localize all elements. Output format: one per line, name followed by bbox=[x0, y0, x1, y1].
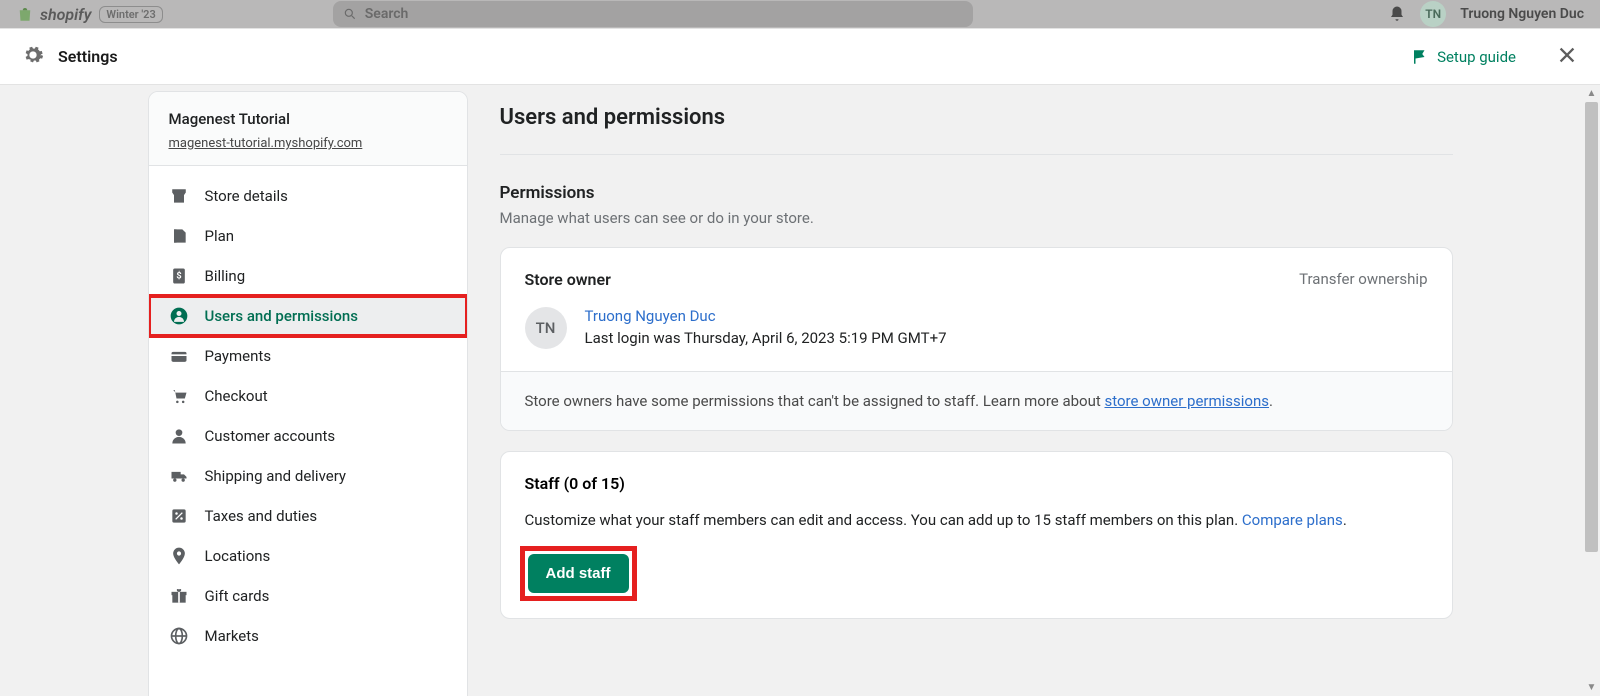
truck-icon bbox=[169, 466, 189, 486]
flag-icon bbox=[1411, 48, 1429, 66]
cart-icon bbox=[169, 386, 189, 406]
billing-icon: $ bbox=[169, 266, 189, 286]
svg-text:$: $ bbox=[176, 271, 181, 282]
sidebar-item-label: Checkout bbox=[205, 387, 268, 405]
search-icon bbox=[343, 7, 357, 21]
person-icon bbox=[169, 426, 189, 446]
bg-username: Truong Nguyen Duc bbox=[1460, 6, 1584, 22]
compare-plans-link[interactable]: Compare plans bbox=[1242, 511, 1343, 529]
sidebar-item-label: Shipping and delivery bbox=[205, 467, 347, 485]
owner-permissions-link[interactable]: store owner permissions bbox=[1104, 392, 1269, 410]
sidebar-item-label: Markets bbox=[205, 627, 259, 645]
owner-footer-text: Store owners have some permissions that … bbox=[525, 392, 1105, 410]
sidebar-nav: Store details Plan $ Billing Users and p… bbox=[149, 166, 467, 666]
bg-brand-text: shopify bbox=[40, 5, 91, 24]
store-name: Magenest Tutorial bbox=[169, 110, 447, 128]
modal-title: Settings bbox=[58, 47, 118, 66]
sidebar-item-label: Taxes and duties bbox=[205, 507, 318, 525]
bell-icon bbox=[1388, 5, 1406, 23]
setup-guide-label: Setup guide bbox=[1437, 48, 1516, 66]
percent-icon bbox=[169, 506, 189, 526]
payments-icon bbox=[169, 346, 189, 366]
globe-icon bbox=[169, 626, 189, 646]
permissions-heading: Permissions bbox=[500, 183, 1453, 203]
sidebar-item-plan[interactable]: Plan bbox=[149, 216, 467, 256]
scroll-up-arrow-icon[interactable]: ▲ bbox=[1583, 85, 1600, 102]
scrollbar-thumb[interactable] bbox=[1585, 102, 1598, 552]
sidebar-item-gift-cards[interactable]: Gift cards bbox=[149, 576, 467, 616]
owner-card-footer: Store owners have some permissions that … bbox=[501, 371, 1452, 430]
transfer-ownership-link[interactable]: Transfer ownership bbox=[1299, 270, 1427, 288]
background-topbar: shopify Winter '23 Search TN Truong Nguy… bbox=[0, 0, 1600, 28]
sidebar-item-markets[interactable]: Markets bbox=[149, 616, 467, 656]
modal-header: Settings Setup guide bbox=[0, 29, 1600, 85]
permissions-heading-block: Permissions Manage what users can see or… bbox=[500, 183, 1453, 227]
scrollbar[interactable]: ▲ ▼ bbox=[1583, 85, 1600, 696]
sidebar-item-payments[interactable]: Payments bbox=[149, 336, 467, 376]
sidebar-item-label: Users and permissions bbox=[205, 307, 358, 325]
staff-desc-prefix: Customize what your staff members can ed… bbox=[525, 511, 1242, 529]
sidebar-item-taxes[interactable]: Taxes and duties bbox=[149, 496, 467, 536]
sidebar-header: Magenest Tutorial magenest-tutorial.mysh… bbox=[149, 92, 467, 166]
user-circle-icon bbox=[169, 306, 189, 326]
sidebar-item-users-permissions[interactable]: Users and permissions bbox=[149, 296, 467, 336]
settings-modal: Settings Setup guide Magenest Tutorial m… bbox=[0, 28, 1600, 696]
sidebar-item-shipping[interactable]: Shipping and delivery bbox=[149, 456, 467, 496]
owner-footer-period: . bbox=[1269, 392, 1273, 410]
sidebar-item-label: Plan bbox=[205, 227, 235, 245]
permissions-subtext: Manage what users can see or do in your … bbox=[500, 209, 1453, 227]
staff-desc-period: . bbox=[1343, 511, 1347, 529]
modal-body: Magenest Tutorial magenest-tutorial.mysh… bbox=[0, 85, 1600, 696]
sidebar-item-label: Customer accounts bbox=[205, 427, 336, 445]
sidebar-item-store-details[interactable]: Store details bbox=[149, 176, 467, 216]
bg-notice-tag: Winter '23 bbox=[99, 6, 162, 23]
owner-last-login: Last login was Thursday, April 6, 2023 5… bbox=[585, 329, 947, 347]
staff-description: Customize what your staff members can ed… bbox=[525, 511, 1428, 529]
owner-name-link[interactable]: Truong Nguyen Duc bbox=[585, 307, 947, 325]
storefront-icon bbox=[169, 186, 189, 206]
add-staff-highlight: Add staff bbox=[525, 551, 632, 596]
settings-sidebar: Magenest Tutorial magenest-tutorial.mysh… bbox=[148, 91, 468, 696]
add-staff-button[interactable]: Add staff bbox=[528, 554, 629, 593]
sidebar-item-label: Store details bbox=[205, 187, 288, 205]
staff-title: Staff (0 of 15) bbox=[525, 474, 1428, 493]
gear-icon bbox=[22, 44, 44, 70]
page-title: Users and permissions bbox=[500, 105, 1453, 155]
setup-guide-link[interactable]: Setup guide bbox=[1411, 48, 1516, 66]
bg-avatar: TN bbox=[1420, 1, 1446, 27]
sidebar-item-checkout[interactable]: Checkout bbox=[149, 376, 467, 416]
sidebar-item-label: Billing bbox=[205, 267, 246, 285]
store-owner-title: Store owner bbox=[525, 270, 611, 289]
store-owner-card: Store owner Transfer ownership TN Truong… bbox=[500, 247, 1453, 431]
shopify-bag-icon bbox=[16, 5, 34, 23]
store-url[interactable]: magenest-tutorial.myshopify.com bbox=[169, 136, 363, 151]
sidebar-item-billing[interactable]: $ Billing bbox=[149, 256, 467, 296]
main-content: Users and permissions Permissions Manage… bbox=[500, 91, 1453, 696]
plan-icon bbox=[169, 226, 189, 246]
close-icon bbox=[1556, 44, 1578, 66]
sidebar-item-label: Gift cards bbox=[205, 587, 270, 605]
close-button[interactable] bbox=[1556, 44, 1578, 70]
sidebar-item-customer-accounts[interactable]: Customer accounts bbox=[149, 416, 467, 456]
bg-search: Search bbox=[333, 1, 973, 27]
bg-search-placeholder: Search bbox=[365, 6, 409, 22]
staff-card: Staff (0 of 15) Customize what your staf… bbox=[500, 451, 1453, 619]
pin-icon bbox=[169, 546, 189, 566]
owner-avatar: TN bbox=[525, 307, 567, 349]
scroll-down-arrow-icon[interactable]: ▼ bbox=[1583, 679, 1600, 696]
sidebar-item-label: Locations bbox=[205, 547, 271, 565]
gift-icon bbox=[169, 586, 189, 606]
sidebar-item-label: Payments bbox=[205, 347, 272, 365]
bg-logo: shopify bbox=[16, 5, 91, 24]
sidebar-item-locations[interactable]: Locations bbox=[149, 536, 467, 576]
